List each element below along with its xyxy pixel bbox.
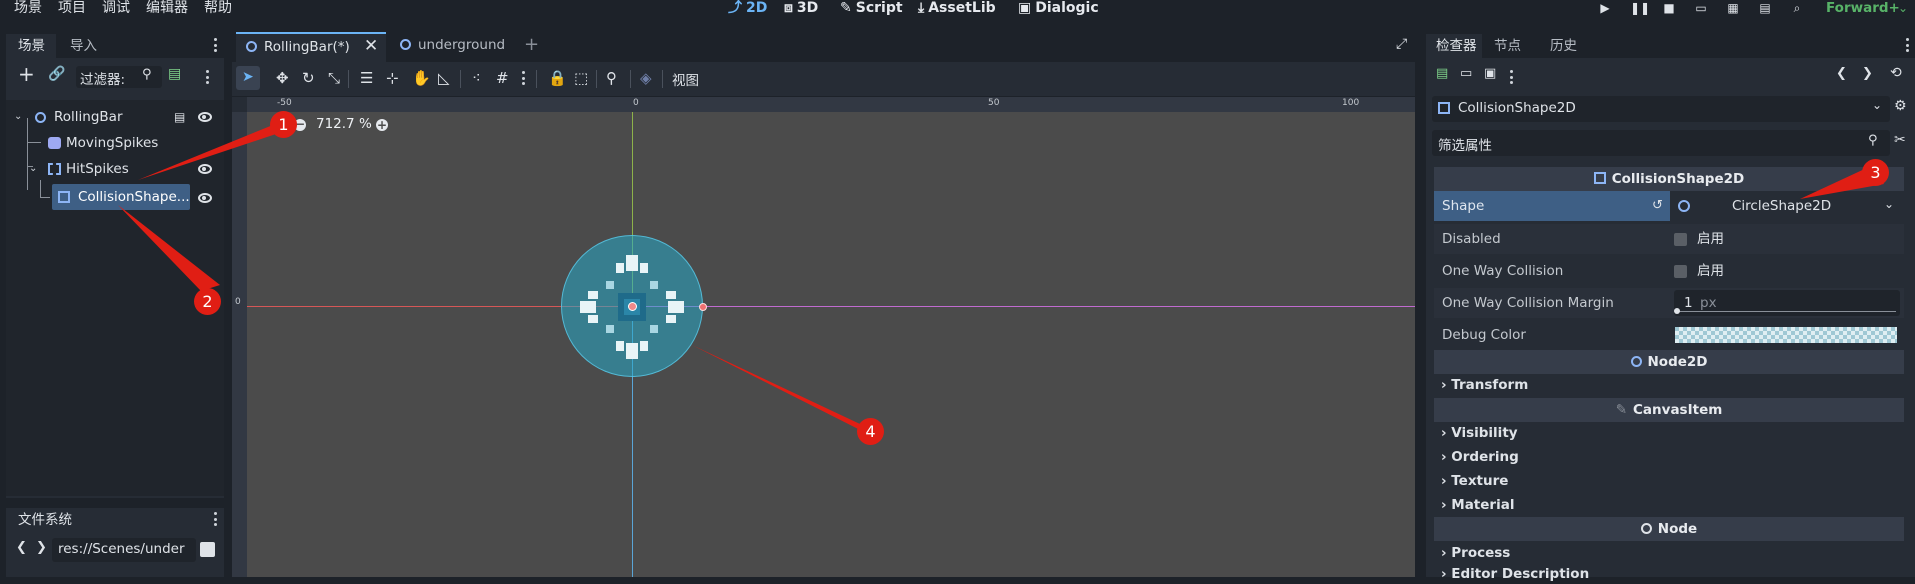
annotation-marker: 2 xyxy=(194,288,221,315)
arrow-2 xyxy=(118,205,220,291)
arrow-1 xyxy=(138,118,290,180)
annotation-arrows xyxy=(118,118,1884,438)
arrow-4 xyxy=(692,345,876,438)
annotation-marker: 1 xyxy=(270,111,297,138)
annotation-marker: 4 xyxy=(857,418,884,445)
annotation-marker: 3 xyxy=(1862,159,1889,186)
